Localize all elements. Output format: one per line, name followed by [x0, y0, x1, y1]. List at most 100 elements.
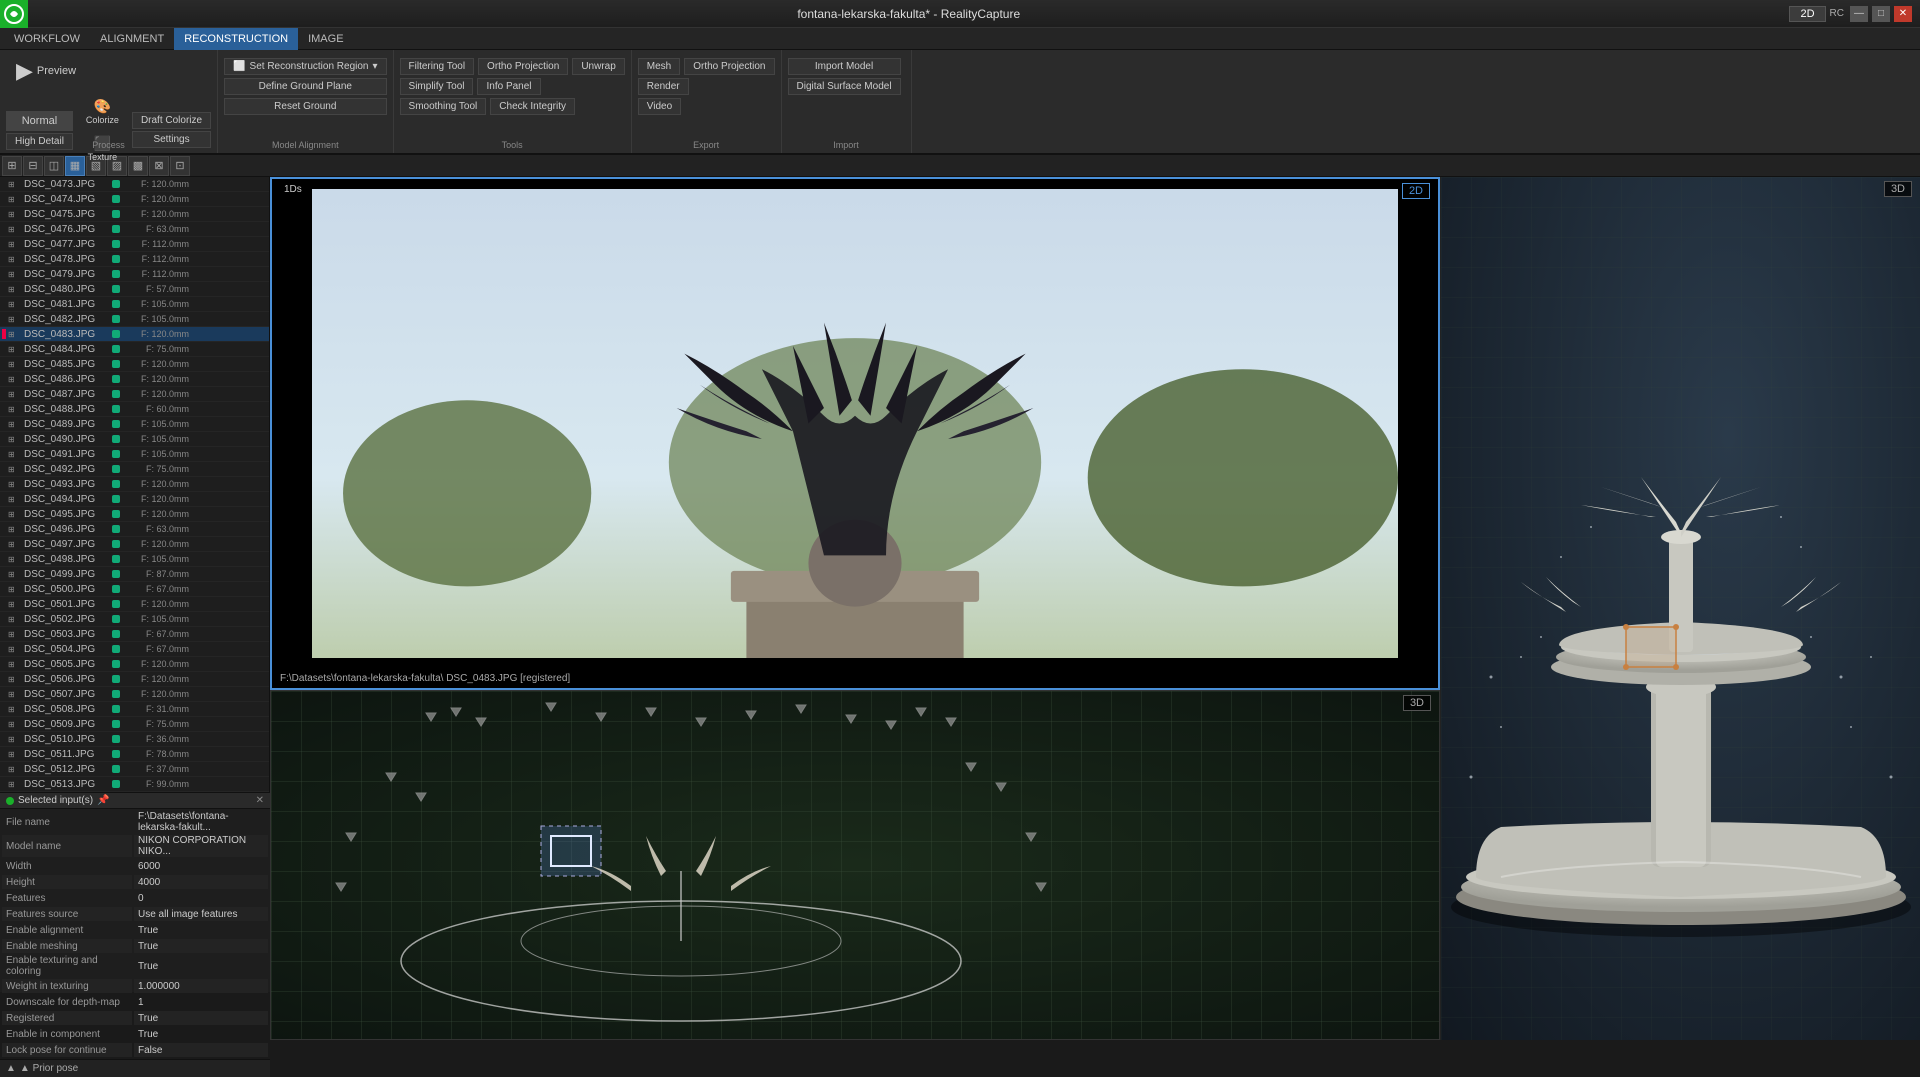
check-integrity-button[interactable]: Check Integrity: [490, 98, 575, 115]
close-panel-icon[interactable]: ✕: [256, 795, 264, 806]
file-focal-label: F: 112.0mm: [123, 254, 193, 264]
file-row[interactable]: ⊞DSC_0492.JPGF: 75.0mm: [0, 462, 269, 477]
file-row[interactable]: ⊞DSC_0488.JPGF: 60.0mm: [0, 402, 269, 417]
mesh-button[interactable]: Mesh: [638, 58, 680, 75]
file-focal-label: F: 120.0mm: [123, 539, 193, 549]
file-row[interactable]: ⊞DSC_0508.JPGF: 31.0mm: [0, 702, 269, 717]
info-field-label: Features source: [2, 907, 132, 921]
colorize-button[interactable]: 🎨 Colorize: [79, 94, 126, 129]
file-type-icon: ⊞: [8, 405, 24, 414]
file-row[interactable]: ⊞DSC_0493.JPGF: 120.0mm: [0, 477, 269, 492]
file-focal-label: F: 75.0mm: [123, 719, 193, 729]
file-row[interactable]: ⊞DSC_0481.JPGF: 105.0mm: [0, 297, 269, 312]
file-row[interactable]: ⊞DSC_0486.JPGF: 120.0mm: [0, 372, 269, 387]
export-ortho-projection-button[interactable]: Ortho Projection: [684, 58, 774, 75]
file-row[interactable]: ⊞DSC_0473.JPGF: 120.0mm: [0, 177, 269, 192]
mode-2d-button[interactable]: 2D: [1789, 6, 1825, 22]
pin-icon[interactable]: 📌: [97, 795, 109, 806]
draft-colorize-button[interactable]: Draft Colorize: [132, 112, 211, 129]
left-panel-container: ⊞DSC_0473.JPGF: 120.0mm⊞DSC_0474.JPGF: 1…: [0, 177, 270, 1040]
file-focal-label: F: 120.0mm: [123, 494, 193, 504]
file-row[interactable]: ⊞DSC_0475.JPGF: 120.0mm: [0, 207, 269, 222]
render-button[interactable]: Render: [638, 78, 689, 95]
file-name-label: DSC_0502.JPG: [24, 614, 109, 625]
file-row[interactable]: ⊞DSC_0499.JPGF: 87.0mm: [0, 567, 269, 582]
file-row[interactable]: ⊞DSC_0506.JPGF: 120.0mm: [0, 672, 269, 687]
file-status-indicator: [112, 720, 120, 728]
view-2d[interactable]: 1Ds 2D: [270, 177, 1440, 690]
menu-image[interactable]: IMAGE: [298, 28, 353, 50]
file-row[interactable]: ⊞DSC_0510.JPGF: 36.0mm: [0, 732, 269, 747]
file-row[interactable]: ⊞DSC_0504.JPGF: 67.0mm: [0, 642, 269, 657]
file-row[interactable]: ⊞DSC_0474.JPGF: 120.0mm: [0, 192, 269, 207]
view-2d-label: 2D: [1402, 183, 1430, 199]
menu-alignment[interactable]: ALIGNMENT: [90, 28, 174, 50]
file-selected-indicator: [2, 554, 6, 564]
file-list[interactable]: ⊞DSC_0473.JPGF: 120.0mm⊞DSC_0474.JPGF: 1…: [0, 177, 269, 792]
file-row[interactable]: ⊞DSC_0503.JPGF: 67.0mm: [0, 627, 269, 642]
file-focal-label: F: 75.0mm: [123, 344, 193, 354]
filtering-tool-button[interactable]: Filtering Tool: [400, 58, 475, 75]
selected-inputs-dot: [6, 797, 14, 805]
video-button[interactable]: Video: [638, 98, 681, 115]
right-3d-panel[interactable]: 3D: [1440, 177, 1920, 1040]
info-field-label: Features: [2, 891, 132, 905]
info-table-row: File nameF:\Datasets\fontana-lekarska-fa…: [2, 811, 268, 833]
import-model-button[interactable]: Import Model: [788, 58, 901, 75]
file-row[interactable]: ⊞DSC_0512.JPGF: 37.0mm: [0, 762, 269, 777]
file-row[interactable]: ⊞DSC_0483.JPGF: 120.0mm: [0, 327, 269, 342]
file-row[interactable]: ⊞DSC_0498.JPGF: 105.0mm: [0, 552, 269, 567]
file-row[interactable]: ⊞DSC_0497.JPGF: 120.0mm: [0, 537, 269, 552]
file-status-indicator: [112, 210, 120, 218]
file-selected-indicator: [2, 494, 6, 504]
file-row[interactable]: ⊞DSC_0513.JPGF: 99.0mm: [0, 777, 269, 792]
file-status-indicator: [112, 765, 120, 773]
menu-workflow[interactable]: WORKFLOW: [4, 28, 90, 50]
file-row[interactable]: ⊞DSC_0500.JPGF: 67.0mm: [0, 582, 269, 597]
digital-surface-model-button[interactable]: Digital Surface Model: [788, 78, 901, 95]
view-3d-lower[interactable]: 3D: [270, 690, 1440, 1040]
minimize-button[interactable]: —: [1850, 6, 1868, 22]
preview-button[interactable]: ▶ Preview: [6, 54, 86, 88]
file-row[interactable]: ⊞DSC_0511.JPGF: 78.0mm: [0, 747, 269, 762]
file-row[interactable]: ⊞DSC_0496.JPGF: 63.0mm: [0, 522, 269, 537]
close-button[interactable]: ✕: [1894, 6, 1912, 22]
define-ground-plane-button[interactable]: Define Ground Plane: [224, 78, 386, 95]
file-selected-indicator: [2, 734, 6, 744]
menu-reconstruction[interactable]: RECONSTRUCTION: [174, 28, 298, 50]
normal-button[interactable]: Normal: [6, 111, 73, 131]
simplify-tool-button[interactable]: Simplify Tool: [400, 78, 474, 95]
file-row[interactable]: ⊞DSC_0509.JPGF: 75.0mm: [0, 717, 269, 732]
file-row[interactable]: ⊞DSC_0491.JPGF: 105.0mm: [0, 447, 269, 462]
process-label: Process: [0, 140, 217, 150]
smoothing-tool-button[interactable]: Smoothing Tool: [400, 98, 487, 115]
file-row[interactable]: ⊞DSC_0480.JPGF: 57.0mm: [0, 282, 269, 297]
file-focal-label: F: 120.0mm: [123, 374, 193, 384]
file-row[interactable]: ⊞DSC_0485.JPGF: 120.0mm: [0, 357, 269, 372]
file-row[interactable]: ⊞DSC_0479.JPGF: 112.0mm: [0, 267, 269, 282]
file-row[interactable]: ⊞DSC_0484.JPGF: 75.0mm: [0, 342, 269, 357]
file-row[interactable]: ⊞DSC_0482.JPGF: 105.0mm: [0, 312, 269, 327]
maximize-button[interactable]: □: [1872, 6, 1890, 22]
info-field-value: True: [134, 1027, 268, 1041]
file-row[interactable]: ⊞DSC_0505.JPGF: 120.0mm: [0, 657, 269, 672]
file-row[interactable]: ⊞DSC_0476.JPGF: 63.0mm: [0, 222, 269, 237]
file-focal-label: F: 60.0mm: [123, 404, 193, 414]
ortho-projection-button[interactable]: Ortho Projection: [478, 58, 568, 75]
reset-ground-button[interactable]: Reset Ground: [224, 98, 386, 115]
unwrap-button[interactable]: Unwrap: [572, 58, 624, 75]
file-row[interactable]: ⊞DSC_0490.JPGF: 105.0mm: [0, 432, 269, 447]
info-panel-button[interactable]: Info Panel: [477, 78, 540, 95]
info-field-value: True: [134, 1011, 268, 1025]
selected-inputs-panel: Selected input(s) 📌 ✕ File nameF:\Datase…: [0, 792, 270, 992]
file-row[interactable]: ⊞DSC_0502.JPGF: 105.0mm: [0, 612, 269, 627]
file-row[interactable]: ⊞DSC_0494.JPGF: 120.0mm: [0, 492, 269, 507]
file-row[interactable]: ⊞DSC_0495.JPGF: 120.0mm: [0, 507, 269, 522]
file-row[interactable]: ⊞DSC_0477.JPGF: 112.0mm: [0, 237, 269, 252]
file-row[interactable]: ⊞DSC_0487.JPGF: 120.0mm: [0, 387, 269, 402]
file-row[interactable]: ⊞DSC_0478.JPGF: 112.0mm: [0, 252, 269, 267]
file-row[interactable]: ⊞DSC_0501.JPGF: 120.0mm: [0, 597, 269, 612]
file-row[interactable]: ⊞DSC_0507.JPGF: 120.0mm: [0, 687, 269, 702]
set-reconstruction-region-button[interactable]: ⬜Set Reconstruction Region▾: [224, 58, 386, 75]
file-row[interactable]: ⊞DSC_0489.JPGF: 105.0mm: [0, 417, 269, 432]
